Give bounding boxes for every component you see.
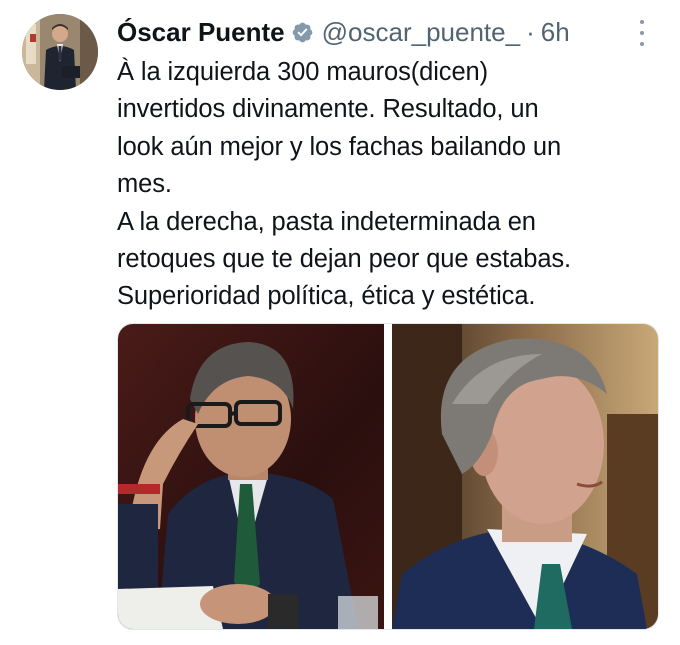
photo-left[interactable] <box>118 324 384 629</box>
tweet-media <box>117 323 659 630</box>
tweet-header: Óscar Puente @oscar_puente_ · 6h <box>117 14 570 50</box>
more-options-icon[interactable] <box>634 20 650 46</box>
author-handle[interactable]: @oscar_puente_ <box>322 17 520 48</box>
tweet-text-line: mes. <box>117 170 172 199</box>
tweet-text-line: À la izquierda 300 mauros(dicen) <box>117 58 488 86</box>
author-name[interactable]: Óscar Puente <box>117 17 285 48</box>
tweet-text-line: Superioridad política, ética y estética. <box>117 282 536 311</box>
tweet-text-line: A la derecha, pasta indeterminada en <box>117 207 536 236</box>
author-avatar[interactable] <box>22 14 98 90</box>
photo-right[interactable] <box>392 324 658 629</box>
tweet-text-line: retoques que te dejan peor que estabas. <box>117 245 572 274</box>
verified-badge-icon[interactable] <box>291 21 314 44</box>
separator-dot: · <box>526 16 535 47</box>
tweet-timestamp[interactable]: 6h <box>541 17 570 48</box>
tweet-text: À la izquierda 300 mauros(dicen) inverti… <box>117 54 662 316</box>
tweet: Óscar Puente @oscar_puente_ · 6h À la iz… <box>0 0 680 645</box>
tweet-text-line: look aún mejor y los fachas bailando un <box>117 132 562 161</box>
tweet-text-line: invertidos divinamente. Resultado, un <box>117 95 539 124</box>
